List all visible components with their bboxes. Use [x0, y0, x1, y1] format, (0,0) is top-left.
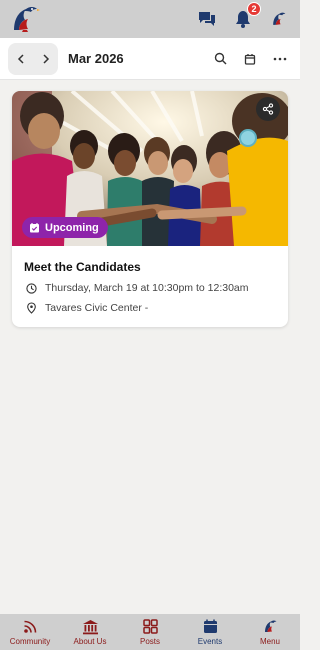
- event-location-row: Tavares Civic Center -: [26, 302, 148, 314]
- clock-icon: [26, 282, 37, 294]
- top-bar: 2: [0, 0, 300, 38]
- bank-icon: [81, 618, 99, 635]
- current-month-label: Mar 2026: [68, 51, 124, 66]
- eagle-logo-icon[interactable]: [8, 2, 42, 36]
- event-location: Tavares Civic Center -: [45, 302, 149, 314]
- eagle-logo-icon: [261, 618, 279, 635]
- nav-about-us-label: About Us: [73, 637, 107, 646]
- nav-about-us[interactable]: About Us: [60, 614, 120, 650]
- bottom-navigation: Community About Us Posts Events Menu: [0, 614, 300, 650]
- chevron-left-icon: [17, 53, 24, 64]
- status-badge: Upcoming: [22, 217, 108, 238]
- nav-community-label: Community: [9, 637, 51, 646]
- event-datetime: Thursday, March 19 at 10:30pm to 12:30am: [45, 282, 249, 294]
- event-card[interactable]: Upcoming Meet the Candidates Thursday, M…: [12, 91, 288, 327]
- more-options-icon[interactable]: [272, 51, 288, 67]
- event-photo: Upcoming: [12, 91, 288, 246]
- search-icon[interactable]: [212, 51, 228, 67]
- event-title: Meet the Candidates: [24, 260, 141, 274]
- nav-menu-label: Menu: [259, 637, 280, 646]
- location-pin-icon: [27, 302, 36, 314]
- event-datetime-row: Thursday, March 19 at 10:30pm to 12:30am: [26, 282, 249, 294]
- chevron-right-icon: [42, 53, 49, 64]
- calendar-icon: [201, 618, 219, 635]
- nav-menu[interactable]: Menu: [240, 614, 300, 650]
- nav-posts[interactable]: Posts: [120, 614, 180, 650]
- notifications-bell-icon[interactable]: 2: [232, 2, 261, 30]
- nav-community[interactable]: Community: [0, 614, 60, 650]
- notification-count-badge: 2: [247, 2, 261, 16]
- month-navigation: [8, 42, 58, 75]
- share-icon: [262, 103, 274, 115]
- previous-month-button[interactable]: [8, 43, 33, 75]
- profile-logo-icon[interactable]: [268, 8, 290, 30]
- calendar-toolbar: Mar 2026: [0, 38, 300, 80]
- share-button[interactable]: [256, 97, 280, 121]
- nav-events-label: Events: [197, 637, 223, 646]
- grid-icon: [141, 618, 159, 635]
- next-month-button[interactable]: [33, 43, 58, 75]
- chat-icon[interactable]: [196, 8, 218, 30]
- rss-icon: [21, 618, 39, 635]
- nav-events[interactable]: Events: [180, 614, 240, 650]
- status-label: Upcoming: [45, 221, 99, 234]
- nav-posts-label: Posts: [139, 637, 160, 646]
- calendar-view-icon[interactable]: [242, 51, 258, 67]
- calendar-check-icon: [30, 223, 39, 233]
